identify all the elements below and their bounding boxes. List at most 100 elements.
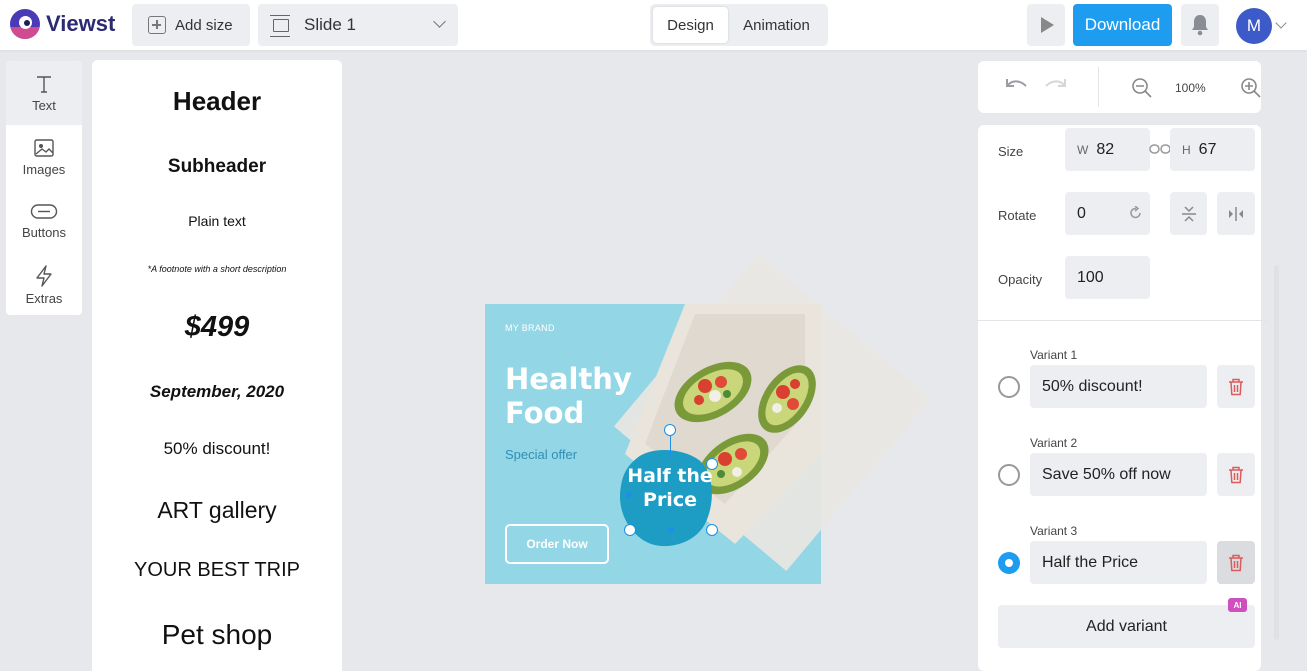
rail-item-label: Buttons [21,224,67,240]
variant-2-radio[interactable] [998,464,1020,486]
variant-3-label: Variant 3 [1030,524,1078,538]
rotate-handle[interactable] [664,424,676,436]
preset-art-gallery[interactable]: ART gallery [92,497,342,524]
trash-icon [1229,554,1243,571]
rail-item-buttons[interactable]: Buttons [6,189,82,253]
rotate-reset-icon[interactable] [1129,206,1143,220]
size-label: Size [998,144,1024,159]
variant-3-radio[interactable] [998,552,1020,574]
chevron-down-icon[interactable] [1275,17,1287,29]
headline-line-1: Healthy [505,362,632,396]
rail-item-label: Images [22,161,66,177]
resize-handle-bottom-left[interactable] [624,524,636,536]
zoom-level[interactable]: 100% [1175,81,1206,95]
notifications-button[interactable] [1181,4,1219,46]
width-field[interactable]: W 82 [1065,128,1150,171]
rail-item-images[interactable]: Images [6,125,82,189]
price-badge-text[interactable]: Half the Price [625,464,715,512]
link-proportions-icon[interactable] [1149,142,1171,156]
preset-plain-text[interactable]: Plain text [92,213,342,229]
delete-variant-2-button[interactable] [1217,453,1255,496]
rail-item-extras[interactable]: Extras [6,253,82,317]
top-bar: Viewst Add size Slide 1 Design Animation… [0,0,1307,50]
headline[interactable]: Healthy Food [505,362,632,430]
order-now-cta[interactable]: Order Now [505,524,609,564]
variant-3-input[interactable]: Half the Price [1030,541,1207,584]
banner-canvas[interactable]: MY BRAND Healthy Food Special offer Orde… [485,254,931,584]
add-size-button[interactable]: Add size [132,4,250,46]
width-value: 82 [1096,140,1115,158]
add-variant-button[interactable]: Add variant [998,605,1255,648]
plus-square-icon [148,16,166,34]
user-avatar[interactable]: M [1236,8,1272,44]
resize-handle-top-right[interactable] [706,458,718,470]
image-icon [34,138,54,157]
flip-horizontal-icon [1229,206,1243,221]
variant-1-label: Variant 1 [1030,348,1078,362]
preset-subheader[interactable]: Subheader [92,156,342,178]
preset-pet-shop[interactable]: Pet shop [92,619,342,651]
preset-header[interactable]: Header [92,86,342,117]
preset-discount[interactable]: 50% discount! [92,439,342,459]
tab-design[interactable]: Design [653,7,728,43]
flip-vertical-button[interactable] [1170,192,1207,235]
properties-scrollbar[interactable] [1274,265,1279,640]
zoom-in-icon[interactable] [1240,77,1262,99]
tab-animation[interactable]: Animation [728,7,825,43]
tool-rail: Text Images Buttons Extras [6,61,82,315]
ai-badge[interactable]: AI [1228,598,1247,612]
trash-icon [1229,378,1243,395]
preview-play-button[interactable] [1027,4,1065,46]
flip-horizontal-button[interactable] [1217,192,1255,235]
section-divider [978,320,1268,321]
rail-item-text[interactable]: Text [6,61,82,125]
text-presets-panel: Header Subheader Plain text *A footnote … [92,60,342,671]
slide-dropdown[interactable]: Slide 1 [258,4,458,46]
app-logo[interactable]: Viewst [10,9,115,39]
trash-icon [1229,466,1243,483]
opacity-label: Opacity [998,272,1043,287]
special-offer-text[interactable]: Special offer [505,447,577,462]
height-value: 67 [1198,140,1217,158]
variant-2-input[interactable]: Save 50% off now [1030,453,1207,496]
preset-date[interactable]: September, 2020 [92,382,342,402]
properties-panel: Size W 82 H 67 Rotate 0 Opacity 100 Vari… [978,125,1279,671]
headline-line-2: Food [505,396,585,430]
rotate-label: Rotate [998,208,1037,223]
brand-label[interactable]: MY BRAND [505,323,555,333]
height-prefix: H [1182,142,1191,157]
delete-variant-1-button[interactable] [1217,365,1255,408]
opacity-field[interactable]: 100 [1065,256,1150,299]
flip-vertical-icon [1181,205,1196,222]
height-field[interactable]: H 67 [1170,128,1255,171]
toolbar-divider [1098,67,1099,107]
price-badge-line-2: Price [643,489,697,511]
variant-1-radio[interactable] [998,376,1020,398]
rotate-value: 0 [1077,204,1086,222]
download-button[interactable]: Download [1073,4,1172,46]
resize-handle-bottom-right[interactable] [706,524,718,536]
text-icon [37,75,51,93]
variant-1-input[interactable]: 50% discount! [1030,365,1207,408]
preset-best-trip[interactable]: YOUR BEST TRIP [92,559,342,582]
zoom-out-icon[interactable] [1131,77,1153,99]
mode-tabs: Design Animation [650,4,828,46]
chevron-down-icon [433,15,446,28]
logo-mark-icon [10,9,40,39]
undo-icon[interactable] [1004,77,1030,97]
slide-icon [270,15,290,37]
bell-icon [1192,15,1208,36]
width-prefix: W [1077,142,1089,157]
resize-handle-bottom[interactable] [668,527,674,533]
rotate-field[interactable]: 0 [1065,192,1150,235]
redo-icon[interactable] [1042,77,1068,97]
add-size-label: Add size [175,16,233,34]
preset-price[interactable]: $499 [92,311,342,344]
price-badge-line-1: Half the [627,465,713,487]
rail-item-label: Extras [25,290,63,306]
resize-handle-left[interactable] [626,492,632,498]
history-zoom-bar: 100% [978,61,1261,113]
preset-footnote[interactable]: *A footnote with a short description [92,264,342,274]
app-name: Viewst [46,11,116,36]
delete-variant-3-button[interactable] [1217,541,1255,584]
